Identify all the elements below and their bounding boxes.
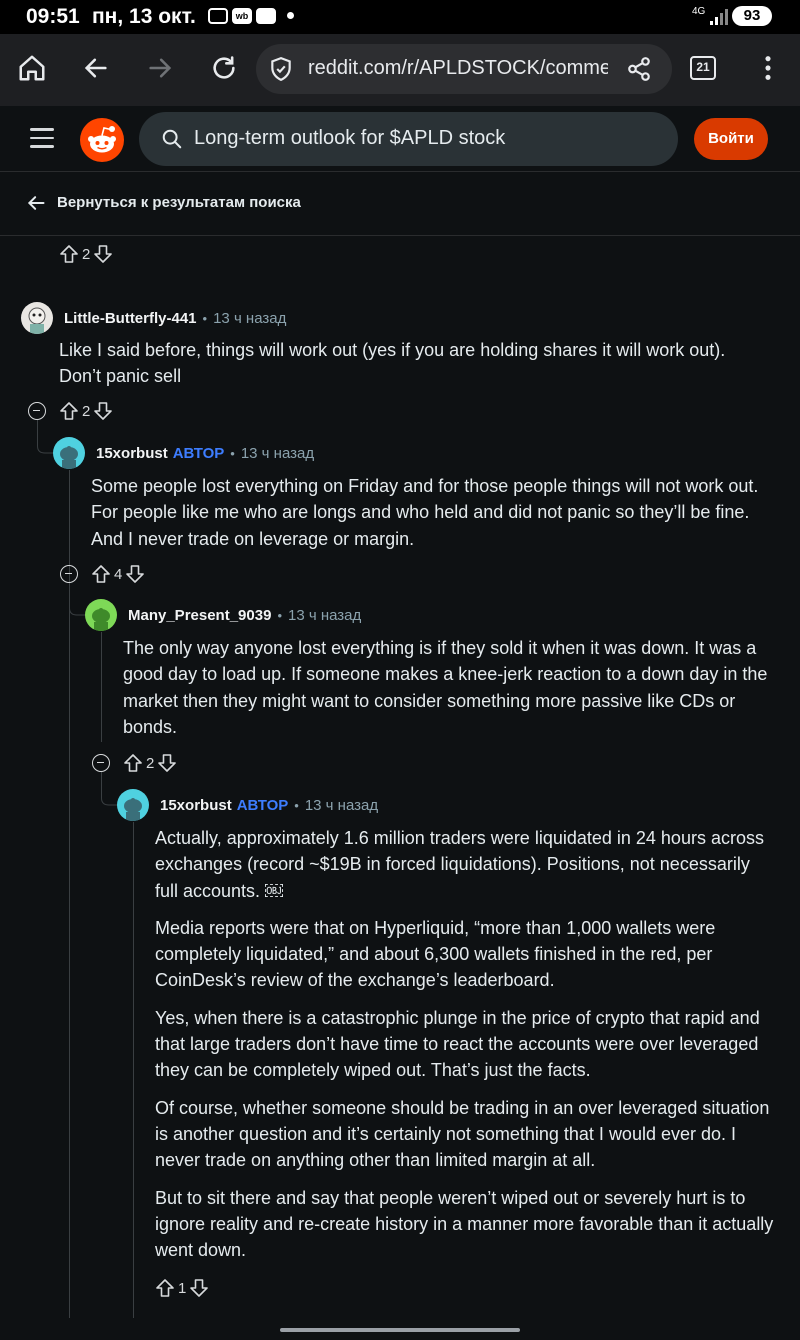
vote-bar: 2 (123, 751, 177, 775)
comment-body: Actually, approximately 1.6 million trad… (155, 825, 775, 1274)
menu-icon[interactable] (30, 128, 54, 154)
screenshot-icon (208, 8, 228, 24)
upvote-icon[interactable] (59, 401, 79, 421)
separator: • (294, 797, 299, 813)
reddit-logo-icon[interactable] (80, 118, 124, 162)
username[interactable]: Little-Butterfly-441 (64, 310, 197, 327)
status-time: 09:51 (26, 5, 80, 28)
comment-body: Some people lost everything on Friday an… (91, 473, 771, 563)
forward-button[interactable] (140, 48, 180, 88)
vote-count: 2 (146, 754, 155, 772)
comment-text: Actually, approximately 1.6 million trad… (155, 828, 764, 901)
comment-header: 15xorbust АВТОР • 13 ч назад (53, 437, 314, 469)
downvote-icon[interactable] (125, 564, 145, 584)
share-icon[interactable] (626, 56, 652, 87)
url-text[interactable]: reddit.com/r/APLDSTOCK/comments (308, 57, 608, 80)
vote-bar: 4 (91, 562, 145, 586)
comment-text: Media reports were that on Hyperliquid, … (155, 917, 716, 991)
comment-text: Some people lost everything on Friday an… (91, 476, 759, 549)
wb-icon: wb (232, 8, 252, 24)
op-badge: АВТОР (236, 796, 289, 814)
home-button[interactable] (12, 48, 52, 88)
username[interactable]: Many_Present_9039 (128, 607, 271, 624)
search-bar[interactable]: Long-term outlook for $APLD stock (139, 112, 678, 166)
reload-button[interactable] (204, 48, 244, 88)
shield-icon (256, 8, 276, 24)
back-to-results[interactable]: Вернуться к результатам поиска (0, 172, 800, 236)
avatar[interactable] (53, 437, 85, 469)
username[interactable]: 15xorbust (160, 797, 232, 814)
home-icon (19, 55, 45, 81)
more-menu-icon[interactable] (760, 54, 776, 87)
arrow-left-icon (84, 58, 107, 78)
avatar[interactable] (117, 789, 149, 821)
comment-text: Of course, whether someone should be tra… (155, 1097, 770, 1171)
back-button[interactable] (76, 48, 116, 88)
vote-count: 4 (114, 565, 123, 583)
downvote-icon[interactable] (93, 244, 113, 264)
arrow-left-icon (26, 193, 46, 218)
comment-header: Many_Present_9039 • 13 ч назад (85, 599, 361, 631)
vote-bar: 1 (155, 1276, 209, 1300)
status-bar: 09:51 пн, 13 окт. wb 4G 93 (0, 0, 800, 34)
browser-toolbar: reddit.com/r/APLDSTOCK/comments 21 (0, 34, 800, 106)
comment-time: 13 ч назад (304, 796, 379, 814)
tabs-button[interactable]: 21 (690, 56, 716, 80)
comment-text: The only way anyone lost everything is i… (123, 638, 768, 737)
site-info-icon[interactable] (268, 56, 294, 87)
reddit-header: Long-term outlook for $APLD stock Войти (0, 106, 800, 172)
reload-icon (213, 56, 235, 79)
avatar[interactable] (85, 599, 117, 631)
back-link-label: Вернуться к результатам поиска (57, 194, 301, 211)
upvote-icon[interactable] (155, 1278, 175, 1298)
vote-count: 2 (82, 245, 91, 263)
network-type: 4G (692, 6, 706, 17)
collapse-icon[interactable] (92, 754, 110, 772)
comment-time: 13 ч назад (240, 444, 315, 462)
upvote-icon[interactable] (123, 753, 143, 773)
thread-line (101, 632, 102, 742)
battery-indicator: 93 (732, 6, 772, 26)
upvote-icon[interactable] (59, 244, 79, 264)
collapse-icon[interactable] (28, 402, 46, 420)
comment-text: But to sit there and say that people wer… (155, 1187, 774, 1261)
separator: • (277, 607, 282, 623)
downvote-icon[interactable] (93, 401, 113, 421)
address-bar[interactable]: reddit.com/r/APLDSTOCK/comments (256, 44, 672, 94)
comment-time: 13 ч назад (213, 309, 287, 327)
login-button[interactable]: Войти (694, 118, 768, 160)
vote-count: 2 (82, 402, 91, 420)
collapse-icon[interactable] (60, 565, 78, 583)
comment-text: Yes, when there is a catastrophic plunge… (155, 1007, 760, 1081)
username[interactable]: 15xorbust (96, 445, 168, 462)
avatar[interactable] (21, 302, 53, 334)
vote-bar: 2 (59, 242, 113, 266)
downvote-icon[interactable] (189, 1278, 209, 1298)
status-date: пн, 13 окт. (92, 5, 196, 28)
search-icon (161, 128, 183, 155)
comment-time: 13 ч назад (288, 606, 362, 624)
vote-count: 1 (178, 1279, 187, 1297)
comment-text: Like I said before, things will work out… (59, 340, 726, 387)
comment-header: Little-Butterfly-441 • 13 ч назад (21, 302, 286, 334)
comment-body: The only way anyone lost everything is i… (123, 635, 775, 751)
notification-dot-icon (287, 12, 294, 19)
separator: • (202, 310, 208, 326)
gesture-bar (0, 1318, 800, 1340)
upvote-icon[interactable] (91, 564, 111, 584)
op-badge: АВТОР (172, 444, 225, 462)
signal-icon (710, 9, 728, 25)
vote-bar: 2 (59, 399, 113, 423)
home-indicator[interactable] (280, 1328, 520, 1332)
search-input[interactable]: Long-term outlook for $APLD stock (194, 127, 505, 150)
downvote-icon[interactable] (157, 753, 177, 773)
comment-header: 15xorbust АВТОР • 13 ч назад (117, 789, 378, 821)
arrow-right-icon (149, 58, 172, 78)
separator: • (230, 445, 235, 461)
comment-body: Like I said before, things will work out… (59, 337, 769, 401)
thread-line (133, 822, 134, 1318)
